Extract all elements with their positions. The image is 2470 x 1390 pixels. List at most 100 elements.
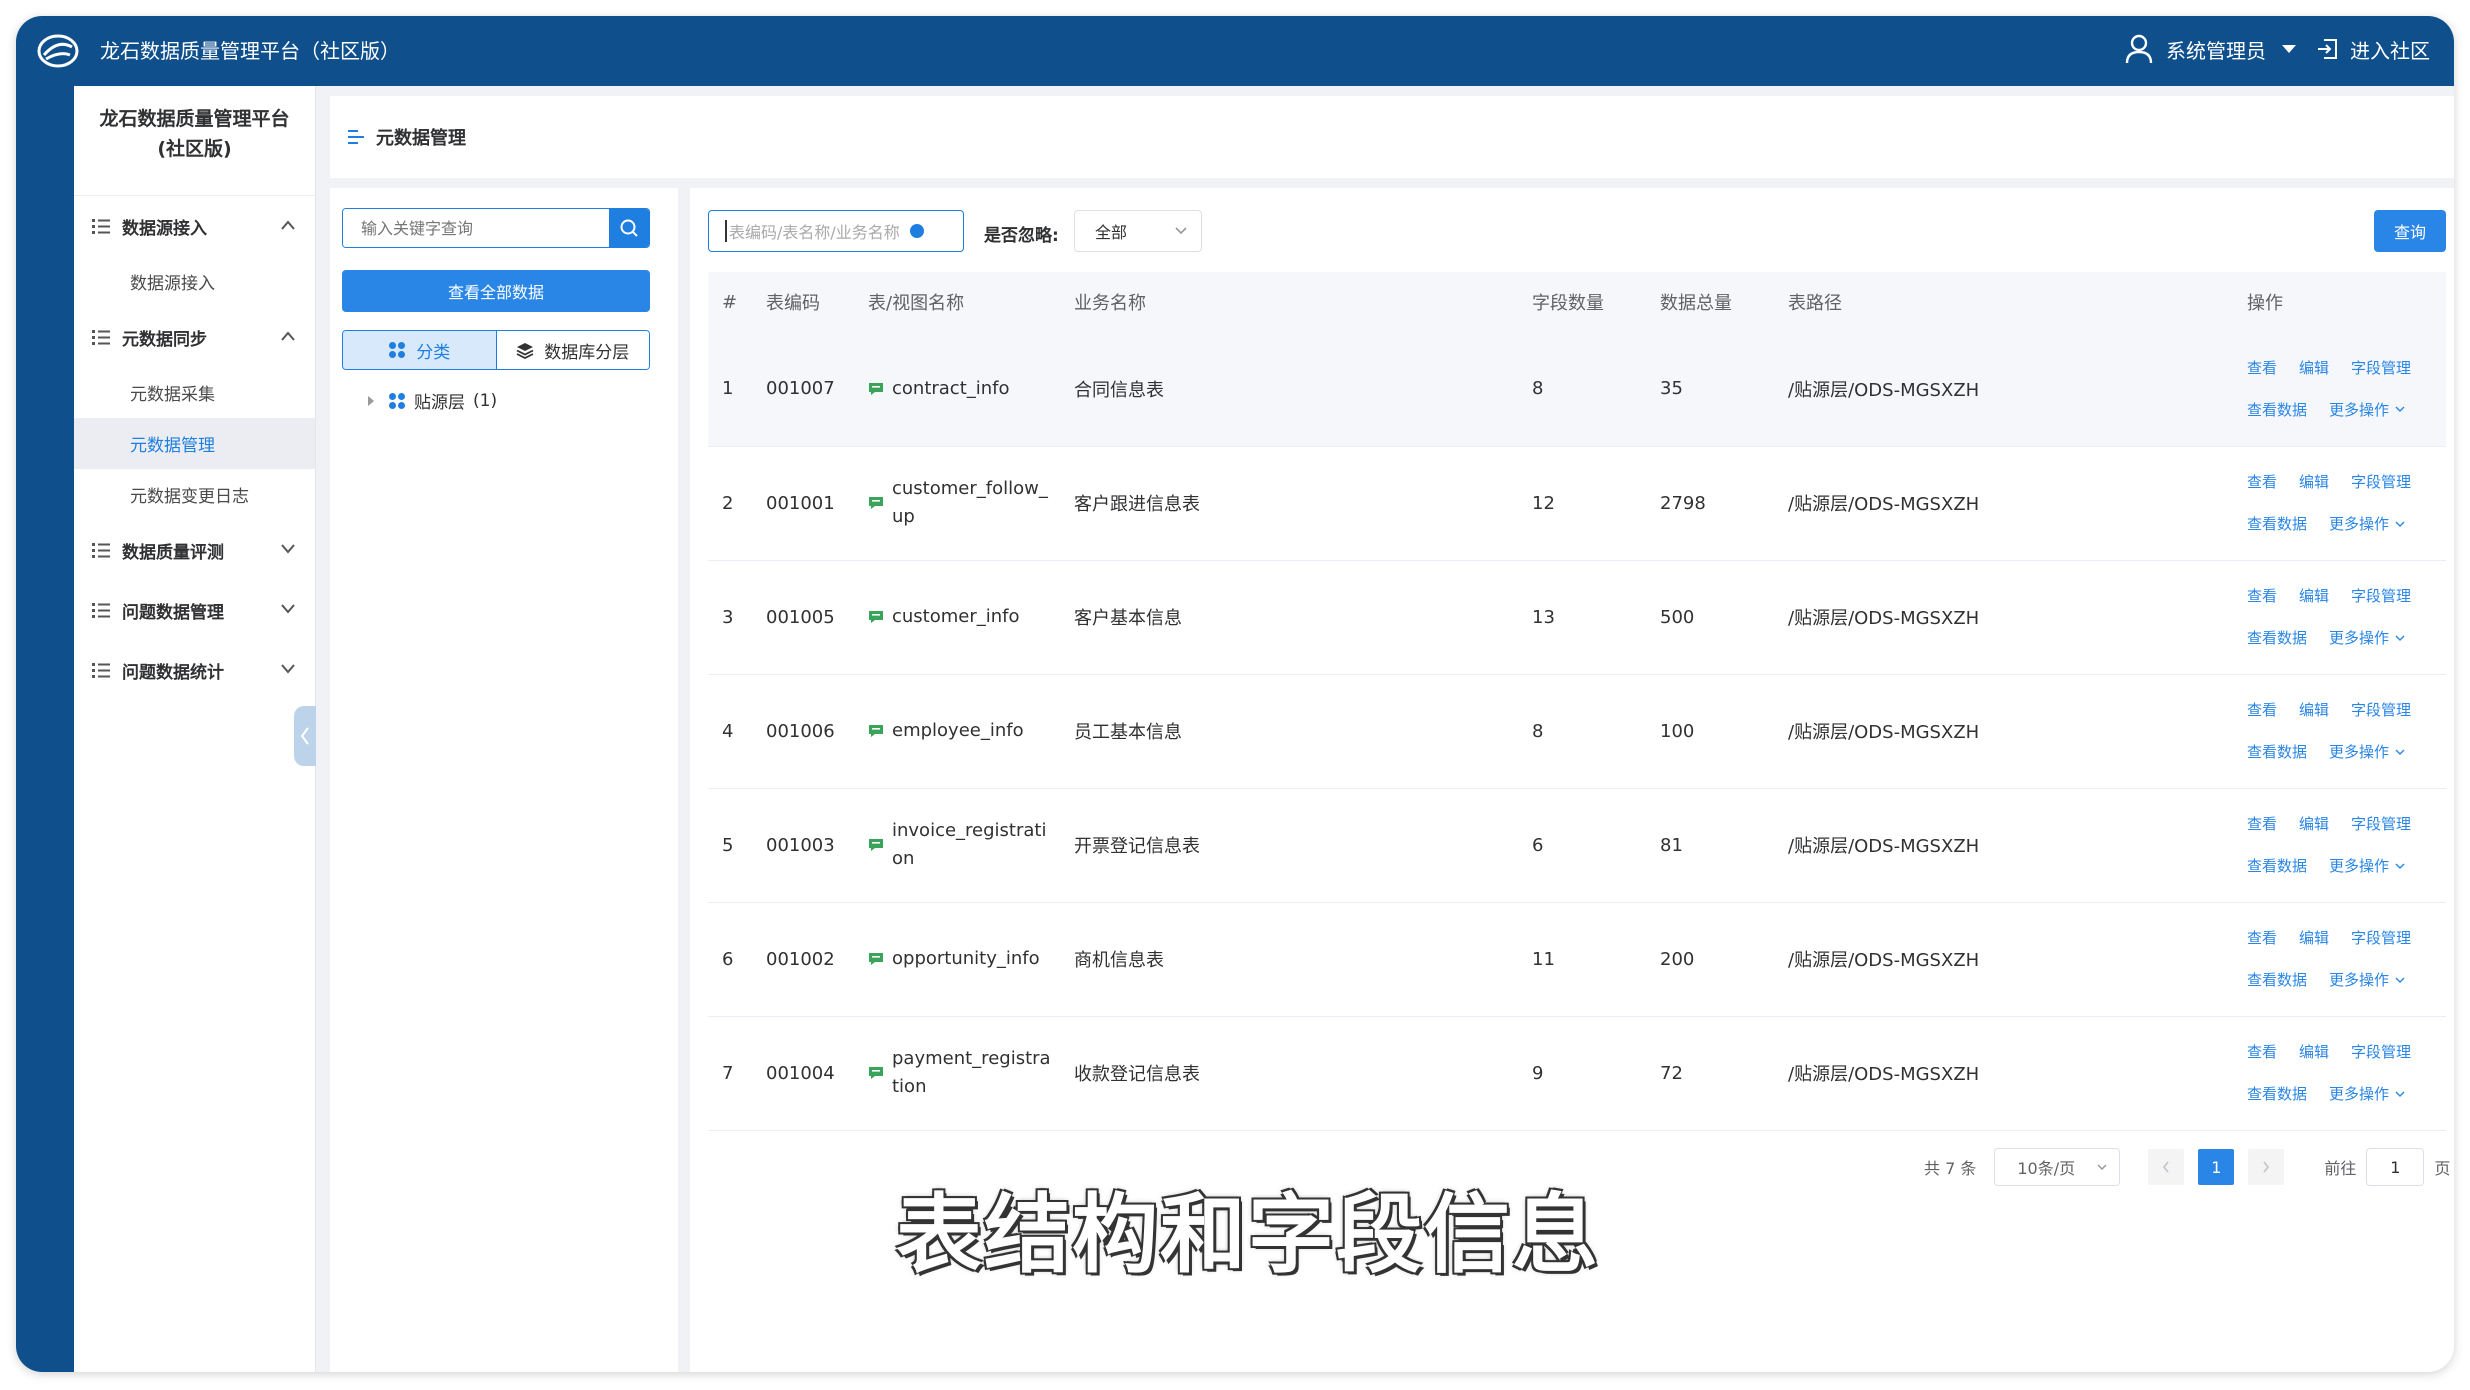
cell-index: 6 [708, 902, 752, 1017]
view-link[interactable]: 查看 [2247, 587, 2277, 605]
chevron-left-icon [300, 727, 309, 745]
edit-link[interactable]: 编辑 [2299, 815, 2329, 833]
more-actions-dropdown[interactable]: 更多操作 [2329, 845, 2405, 887]
view-link[interactable]: 查看 [2247, 815, 2277, 833]
cell-data-total: 200 [1646, 902, 1774, 1017]
view-data-link[interactable]: 查看数据 [2247, 401, 2307, 419]
edit-link[interactable]: 编辑 [2299, 1043, 2329, 1061]
view-link[interactable]: 查看 [2247, 473, 2277, 491]
tree-search-button[interactable] [609, 209, 649, 247]
view-data-link[interactable]: 查看数据 [2247, 743, 2307, 761]
logo-icon [37, 34, 79, 68]
more-actions-dropdown[interactable]: 更多操作 [2329, 389, 2405, 431]
cell-table-name: invoice_registration [854, 788, 1060, 903]
view-link[interactable]: 查看 [2247, 1043, 2277, 1061]
view-data-link[interactable]: 查看数据 [2247, 971, 2307, 989]
cell-data-total: 81 [1646, 788, 1774, 903]
more-actions-dropdown[interactable]: 更多操作 [2329, 503, 2405, 545]
page-size-select[interactable]: 10条/页 [1994, 1148, 2121, 1186]
view-data-link[interactable]: 查看数据 [2247, 629, 2307, 647]
field-manage-link[interactable]: 字段管理 [2351, 929, 2411, 947]
cell-index: 5 [708, 788, 752, 903]
cell-table-name: customer_info [854, 560, 1060, 675]
chevron-down-icon [2395, 521, 2405, 527]
chevron-down-icon [2395, 863, 2405, 869]
field-manage-link[interactable]: 字段管理 [2351, 473, 2411, 491]
tab-db-layer[interactable]: 数据库分层 [496, 331, 649, 369]
more-actions-dropdown[interactable]: 更多操作 [2329, 617, 2405, 659]
col-header: 字段数量 [1518, 272, 1646, 332]
field-manage-link[interactable]: 字段管理 [2351, 587, 2411, 605]
edit-link[interactable]: 编辑 [2299, 473, 2329, 491]
cell-path: /贴源层/ODS-MGSXZH [1774, 788, 2233, 903]
cell-field-count: 8 [1518, 332, 1646, 447]
nav-group-issue-stats[interactable]: 问题数据统计 [74, 640, 315, 700]
nav-group-quality-eval[interactable]: 数据质量评测 [74, 520, 315, 580]
chevron-right-icon [2263, 1161, 2270, 1173]
field-manage-link[interactable]: 字段管理 [2351, 701, 2411, 719]
field-manage-link[interactable]: 字段管理 [2351, 1043, 2411, 1061]
user-name[interactable]: 系统管理员 [2166, 35, 2266, 64]
more-actions-dropdown[interactable]: 更多操作 [2329, 731, 2405, 773]
chevron-down-icon [281, 664, 295, 674]
more-actions-dropdown[interactable]: 更多操作 [2329, 1073, 2405, 1115]
cell-index: 7 [708, 1016, 752, 1131]
view-data-link[interactable]: 查看数据 [2247, 857, 2307, 875]
view-link[interactable]: 查看 [2247, 929, 2277, 947]
view-link[interactable]: 查看 [2247, 701, 2277, 719]
chevron-left-icon [2163, 1161, 2169, 1173]
field-manage-link[interactable]: 字段管理 [2351, 815, 2411, 833]
sidebar-item-metadata-changelog[interactable]: 元数据变更日志 [74, 469, 315, 520]
chevron-up-icon [281, 331, 295, 341]
edit-link[interactable]: 编辑 [2299, 701, 2329, 719]
cell-data-total: 2798 [1646, 446, 1774, 561]
user-icon[interactable] [2124, 33, 2154, 65]
cell-path: /贴源层/ODS-MGSXZH [1774, 902, 2233, 1017]
enter-community-link[interactable]: 进入社区 [2350, 35, 2430, 64]
field-manage-link[interactable]: 字段管理 [2351, 359, 2411, 377]
page-1-button[interactable]: 1 [2198, 1149, 2235, 1185]
expand-icon[interactable] [368, 395, 374, 406]
edit-link[interactable]: 编辑 [2299, 929, 2329, 947]
next-page-button[interactable] [2248, 1149, 2285, 1185]
table-row: 4 001006 employee_info 员工基本信息 8 100/贴源层/ODS-M… [708, 674, 2446, 789]
more-actions-dropdown[interactable]: 更多操作 [2329, 959, 2405, 1001]
prev-page-button[interactable] [2148, 1149, 2185, 1185]
list-icon [92, 543, 110, 558]
view-all-button[interactable]: 查看全部数据 [342, 270, 650, 312]
sidebar-item-metadata-collect[interactable]: 元数据采集 [74, 367, 315, 418]
sidebar-collapse-button[interactable] [294, 706, 316, 766]
view-data-link[interactable]: 查看数据 [2247, 1085, 2307, 1103]
tab-category[interactable]: 分类 [343, 331, 497, 369]
edit-link[interactable]: 编辑 [2299, 587, 2329, 605]
col-header: 表路径 [1774, 272, 2233, 332]
cell-code: 001001 [752, 446, 854, 561]
chevron-down-icon[interactable] [2282, 45, 2296, 53]
table-icon [869, 611, 883, 623]
nav-group-datasource[interactable]: 数据源接入 [74, 196, 315, 256]
view-link[interactable]: 查看 [2247, 359, 2277, 377]
edit-link[interactable]: 编辑 [2299, 359, 2329, 377]
sidebar-item-datasource[interactable]: 数据源接入 [74, 256, 315, 307]
cell-index: 3 [708, 560, 752, 675]
goto-page-input[interactable]: 1 [2366, 1148, 2425, 1186]
view-data-link[interactable]: 查看数据 [2247, 515, 2307, 533]
sidebar-item-metadata-manage[interactable]: 元数据管理 [74, 418, 315, 469]
col-header: # [708, 272, 752, 332]
col-header: 数据总量 [1646, 272, 1774, 332]
enter-icon[interactable] [2316, 38, 2338, 60]
table-icon [869, 839, 883, 851]
nav-group-issue-manage[interactable]: 问题数据管理 [74, 580, 315, 640]
chevron-down-icon [2395, 749, 2405, 755]
tree-search-input[interactable] [343, 209, 609, 247]
query-button[interactable]: 查询 [2374, 210, 2446, 252]
cell-code: 001003 [752, 788, 854, 903]
tree-node-source-layer[interactable]: 贴源层 (1) [368, 388, 497, 413]
chevron-down-icon [2395, 406, 2405, 413]
ignore-select[interactable]: 全部 [1074, 210, 1202, 252]
code-filter-input[interactable]: 表编码/表名称/业务名称 [708, 210, 964, 252]
tree-panel: 查看全部数据 分类 数据库分层 贴源层 (1) [330, 188, 678, 1372]
nav-group-metadata-sync[interactable]: 元数据同步 [74, 307, 315, 367]
table-icon [869, 497, 883, 509]
menu-fold-icon[interactable] [348, 129, 366, 145]
